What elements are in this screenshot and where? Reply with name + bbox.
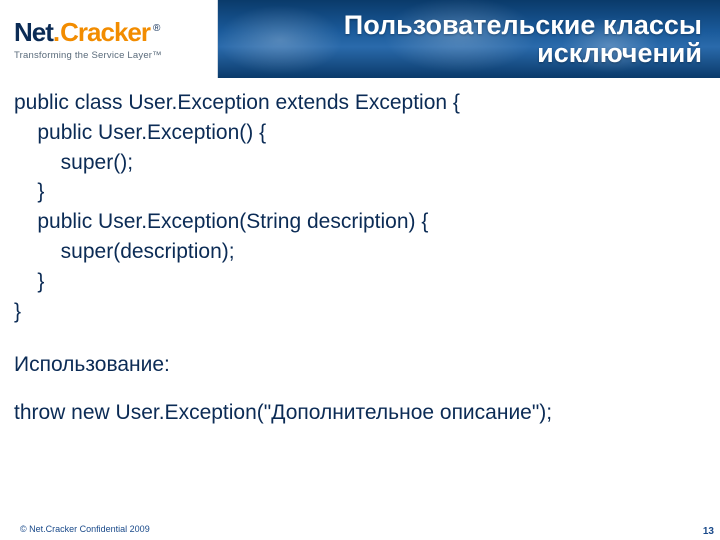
logo-text-cracker: Cracker	[60, 17, 150, 48]
page-number: 13	[703, 526, 714, 537]
logo-text-dot: .	[53, 17, 60, 48]
logo-text-net: Net	[14, 17, 53, 48]
logo-main: Net . Cracker ®	[14, 17, 217, 48]
throw-statement: throw new User.Exception("Дополнительное…	[14, 401, 702, 425]
logo-block: Net . Cracker ® Transforming the Service…	[0, 0, 218, 78]
slide-title-line2: исключений	[537, 39, 702, 67]
slide-title-line1: Пользовательские классы	[344, 11, 702, 39]
usage-label: Использование:	[14, 353, 702, 377]
logo-registered-mark: ®	[153, 23, 160, 34]
logo-tagline: Transforming the Service Layer™	[14, 50, 217, 61]
footer-copyright: © Net.Cracker Confidential 2009	[20, 524, 150, 534]
slide-title: Пользовательские классы исключений	[218, 0, 720, 78]
slide-header: Net . Cracker ® Transforming the Service…	[0, 0, 720, 78]
slide-content: public class User.Exception extends Exce…	[0, 78, 720, 425]
code-block: public class User.Exception extends Exce…	[14, 88, 702, 327]
